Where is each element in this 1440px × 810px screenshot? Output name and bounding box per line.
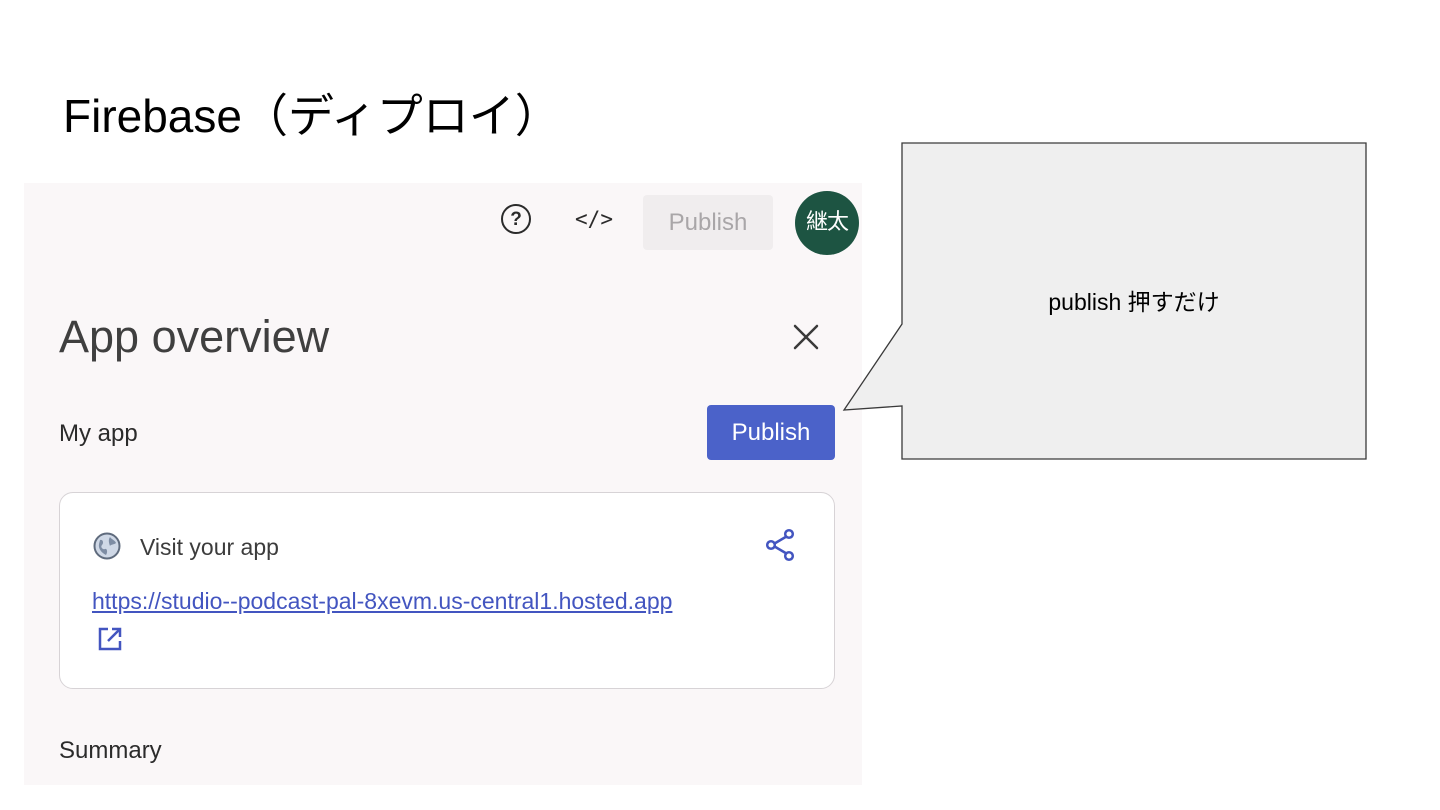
- app-name: My app: [59, 420, 138, 447]
- close-icon[interactable]: [786, 317, 826, 357]
- app-overview-panel: ? </> Publish 継太 App overview My app Pub…: [24, 183, 862, 785]
- slide-title: Firebase（ディプロイ）: [63, 90, 561, 142]
- visit-app-card: Visit your app https://studio--podcast-p…: [59, 492, 835, 689]
- visit-app-label: Visit your app: [140, 534, 279, 560]
- summary-heading: Summary: [59, 737, 162, 764]
- callout-text: publish 押すだけ: [1048, 289, 1220, 315]
- globe-icon: [93, 532, 121, 560]
- share-icon[interactable]: [762, 527, 798, 563]
- avatar[interactable]: 継太: [795, 191, 859, 255]
- help-circle-icon[interactable]: ?: [501, 204, 531, 234]
- publish-button[interactable]: Publish: [707, 405, 835, 460]
- code-icon[interactable]: </>: [572, 203, 616, 235]
- page-title: App overview: [59, 311, 330, 362]
- external-link-icon[interactable]: [97, 626, 123, 652]
- topbar-publish-button[interactable]: Publish: [643, 195, 773, 250]
- app-url-link[interactable]: https://studio--podcast-pal-8xevm.us-cen…: [92, 586, 672, 616]
